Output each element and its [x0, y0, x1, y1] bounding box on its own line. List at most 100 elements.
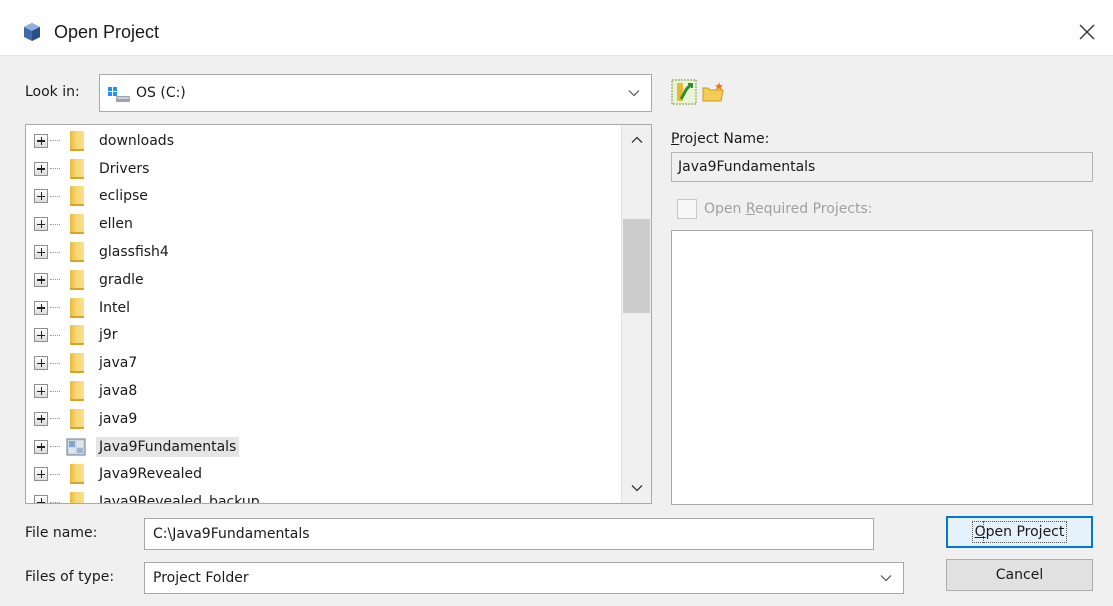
tree-row[interactable]: Java9Fundamentals: [26, 433, 622, 461]
tree-scrollbar[interactable]: [621, 125, 651, 503]
expand-plus-icon[interactable]: [34, 328, 48, 343]
look-in-combo[interactable]: OS (C:): [99, 74, 652, 112]
tree-row[interactable]: Intel: [26, 294, 622, 322]
file-name-input[interactable]: [145, 519, 873, 549]
folder-icon: [70, 158, 84, 179]
tree-row-label: downloads: [99, 132, 174, 149]
expand-plus-icon[interactable]: [34, 411, 48, 426]
expand-plus-icon[interactable]: [34, 133, 48, 148]
projects-home-button[interactable]: [670, 78, 698, 106]
project-name-label: Project Name:: [671, 131, 769, 147]
tree-row-label: Java9Revealed: [99, 466, 203, 483]
projects-home-icon: [671, 79, 697, 105]
tree-row[interactable]: java8: [26, 377, 622, 405]
drive-icon: [108, 87, 130, 102]
files-of-type-dropdown-button[interactable]: [875, 563, 897, 593]
tree-connector: [50, 446, 60, 448]
tree-row[interactable]: j9r: [26, 322, 622, 350]
tree-row[interactable]: eclipse: [26, 183, 622, 211]
scroll-thumb[interactable]: [623, 219, 650, 313]
look-in-value: OS (C:): [136, 85, 186, 101]
chevron-down-icon: [628, 90, 640, 97]
tree-connector: [50, 140, 60, 142]
open-required-label-after: equired Projects:: [754, 201, 873, 217]
open-project-mnemonic: O: [974, 524, 986, 540]
tree-row-label: java7: [99, 355, 138, 372]
new-folder-button[interactable]: [700, 78, 728, 106]
tree-row-label: Drivers: [99, 160, 150, 177]
cancel-button[interactable]: Cancel: [946, 559, 1093, 591]
tree-row-label: ellen: [99, 216, 133, 233]
tree-connector: [50, 195, 60, 197]
file-name-label: File name:: [25, 525, 98, 541]
tree-connector: [50, 279, 60, 281]
netbeans-cube-icon: [24, 23, 40, 41]
required-projects-list[interactable]: [671, 230, 1093, 505]
tree-row[interactable]: Java9Revealed: [26, 461, 622, 489]
expand-plus-icon[interactable]: [34, 272, 48, 287]
folder-tree[interactable]: downloads Drivers eclipse ellen glassfish4 gr…: [25, 124, 652, 504]
tree-row-label: java9: [99, 410, 138, 427]
tree-connector: [50, 390, 60, 392]
file-name-field[interactable]: [144, 518, 874, 550]
tree-row-label: j9r: [99, 327, 118, 344]
project-name-mnemonic: P: [671, 131, 680, 147]
expand-plus-icon[interactable]: [34, 300, 48, 315]
tree-row[interactable]: java9: [26, 405, 622, 433]
expand-plus-icon[interactable]: [34, 439, 48, 454]
close-icon: [1079, 24, 1095, 40]
tree-connector: [50, 307, 60, 309]
chevron-down-icon: [880, 575, 892, 582]
open-project-button-label: Open Project: [971, 521, 1068, 543]
scroll-up-button[interactable]: [622, 127, 651, 153]
open-required-projects-checkbox[interactable]: [677, 199, 697, 219]
expand-plus-icon[interactable]: [34, 384, 48, 399]
new-folder-icon: [702, 82, 724, 102]
tree-row[interactable]: Java9Revealed_backup: [26, 488, 622, 503]
open-required-label-before: Open: [704, 201, 746, 217]
project-name-field: Java9Fundamentals: [671, 152, 1093, 182]
folder-tree-list: downloads Drivers eclipse ellen glassfish4 gr…: [26, 127, 622, 503]
open-required-mnemonic: R: [745, 201, 755, 217]
tree-row[interactable]: gradle: [26, 266, 622, 294]
expand-plus-icon[interactable]: [34, 161, 48, 176]
folder-icon: [70, 186, 84, 207]
chevron-up-icon: [631, 136, 643, 143]
expand-plus-icon[interactable]: [34, 467, 48, 482]
tree-row[interactable]: glassfish4: [26, 238, 622, 266]
tree-row[interactable]: ellen: [26, 210, 622, 238]
tree-connector: [50, 362, 60, 364]
expand-plus-icon[interactable]: [34, 495, 48, 503]
tree-row[interactable]: downloads: [26, 127, 622, 155]
folder-icon: [70, 408, 84, 429]
look-in-label: Look in:: [25, 84, 80, 100]
expand-plus-icon[interactable]: [34, 356, 48, 371]
tree-connector: [50, 334, 60, 336]
folder-icon: [70, 353, 84, 374]
open-project-button[interactable]: Open Project: [946, 516, 1093, 548]
folder-icon: [70, 214, 84, 235]
tree-row-label: glassfish4: [99, 244, 169, 261]
project-name-value: Java9Fundamentals: [678, 159, 816, 175]
close-button[interactable]: [1073, 18, 1101, 46]
project-icon: [66, 438, 86, 456]
tree-connector: [50, 501, 60, 503]
files-of-type-value: Project Folder: [153, 570, 249, 586]
tree-row-label: Java9Fundamentals: [96, 436, 240, 457]
tree-connector: [50, 418, 60, 420]
scroll-down-button[interactable]: [622, 475, 651, 501]
expand-plus-icon[interactable]: [34, 217, 48, 232]
folder-icon: [70, 130, 84, 151]
folder-icon: [70, 464, 84, 485]
tree-row-label: gradle: [99, 271, 144, 288]
tree-connector: [50, 251, 60, 253]
tree-connector: [50, 473, 60, 475]
tree-row[interactable]: Drivers: [26, 155, 622, 183]
files-of-type-combo[interactable]: Project Folder: [144, 562, 904, 594]
look-in-dropdown-button[interactable]: [623, 75, 645, 111]
folder-icon: [70, 492, 84, 503]
expand-plus-icon[interactable]: [34, 189, 48, 204]
expand-plus-icon[interactable]: [34, 245, 48, 260]
tree-row[interactable]: java7: [26, 349, 622, 377]
window-title: Open Project: [54, 22, 160, 42]
